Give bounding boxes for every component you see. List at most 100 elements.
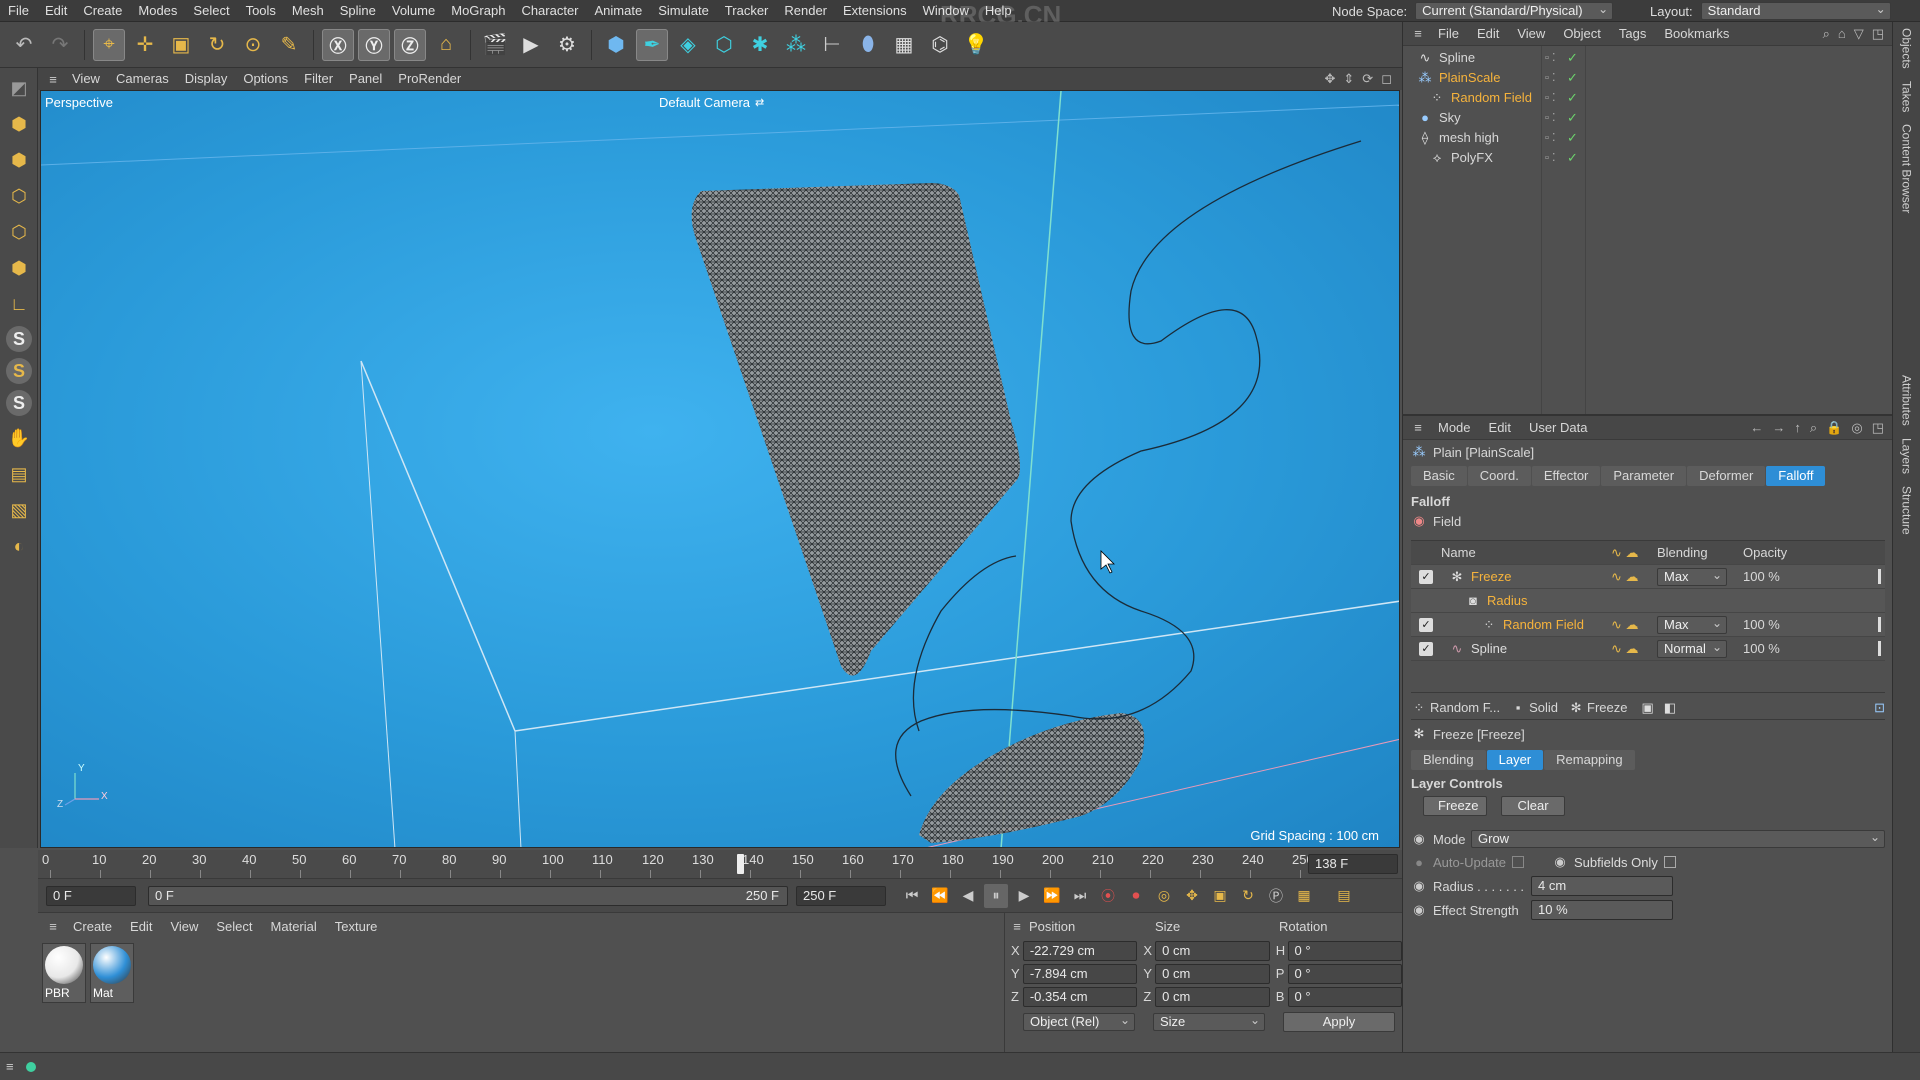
auto-key-icon[interactable]: ⏺ <box>1124 884 1148 908</box>
animate-param-icon[interactable]: ◉ <box>1411 831 1427 847</box>
scale-tool-icon[interactable]: ▣ <box>165 29 197 61</box>
camera-indicator[interactable]: Default Camera ⇄ <box>659 95 764 110</box>
dolly-icon[interactable]: ⇕ <box>1343 71 1354 87</box>
locked-workplane-icon[interactable]: ▧ <box>3 494 35 526</box>
animate-param-icon[interactable]: ◉ <box>1411 878 1427 894</box>
render-region-icon[interactable]: 🎬 <box>479 29 511 61</box>
menu-item-file[interactable]: File <box>1429 22 1468 46</box>
step-back-icon[interactable]: ◀ <box>956 884 980 908</box>
texture-mode-icon[interactable]: ⬢ <box>3 144 35 176</box>
coordinate-system-icon[interactable]: ⌂ <box>430 29 462 61</box>
floor-icon[interactable]: ▦ <box>888 29 920 61</box>
field-curve-icon[interactable]: ∿ ☁ <box>1611 617 1657 633</box>
freeze-button[interactable]: Freeze <box>1423 796 1487 816</box>
quantize-icon[interactable]: S <box>6 390 32 416</box>
field-subtab[interactable]: ✻ Freeze <box>1568 700 1628 716</box>
size-x-input[interactable]: 0 cm <box>1155 940 1270 961</box>
enabled-check-icon[interactable]: ✓ <box>1567 48 1578 68</box>
auto-update-checkbox[interactable] <box>1512 856 1524 868</box>
back-arrow-icon[interactable]: ← <box>1750 420 1763 435</box>
hamburger-icon[interactable]: ≡ <box>6 1059 14 1074</box>
search-icon[interactable]: ⌕ <box>1810 420 1817 436</box>
menu-item-view[interactable]: View <box>1508 22 1554 46</box>
material-menu-select[interactable]: Select <box>207 919 261 934</box>
menu-item-cameras[interactable]: Cameras <box>108 68 177 90</box>
field-blending-select[interactable]: Max <box>1657 567 1727 586</box>
step-forward-icon[interactable]: ▶ <box>1012 884 1036 908</box>
animate-param-icon[interactable]: ◉ <box>1552 854 1568 870</box>
range-slider[interactable]: 0 F 250 F <box>148 885 788 906</box>
select-tool-icon[interactable]: ⌖ <box>93 28 125 61</box>
playhead[interactable] <box>737 854 744 874</box>
menu-item-volume[interactable]: Volume <box>384 0 443 22</box>
menu-item-modes[interactable]: Modes <box>130 0 185 22</box>
object-row-polyfx[interactable]: ⟡ PolyFX ▫ ⁚ ✓ <box>1403 148 1892 168</box>
menu-item-select[interactable]: Select <box>185 0 237 22</box>
go-to-end-icon[interactable]: ⏭ <box>1068 884 1092 908</box>
hamburger-icon[interactable]: ≡ <box>42 72 64 87</box>
menu-item-mograph[interactable]: MoGraph <box>443 0 513 22</box>
field-opacity-value[interactable]: 100 % <box>1743 641 1881 656</box>
side-tab-content-browser[interactable]: Content Browser <box>1900 118 1914 219</box>
menu-item-view[interactable]: View <box>64 68 108 90</box>
menu-item-mode[interactable]: Mode <box>1429 416 1480 440</box>
menu-item-extensions[interactable]: Extensions <box>835 0 915 22</box>
material-menu-create[interactable]: Create <box>64 919 121 934</box>
size-y-input[interactable]: 0 cm <box>1155 963 1270 984</box>
coord-mode-select[interactable]: Object (Rel) <box>1023 1012 1135 1031</box>
add-layer-icon[interactable]: ▣ <box>1641 700 1653 716</box>
workplane-icon[interactable]: ▤ <box>3 458 35 490</box>
render-view-icon[interactable]: ▶ <box>515 29 547 61</box>
hamburger-icon[interactable]: ≡ <box>1407 26 1429 41</box>
rotation-h-input[interactable]: 0 ° <box>1287 940 1403 961</box>
material-menu-edit[interactable]: Edit <box>121 919 161 934</box>
enabled-check-icon[interactable]: ✓ <box>1567 68 1578 88</box>
maximize-view-icon[interactable]: ◻ <box>1381 71 1392 87</box>
side-tab-takes[interactable]: Takes <box>1900 75 1914 118</box>
menu-item-display[interactable]: Display <box>177 68 236 90</box>
side-tab-attributes[interactable]: Attributes <box>1900 369 1914 432</box>
freeze-tab-remapping[interactable]: Remapping <box>1544 750 1635 770</box>
object-row-sky[interactable]: ● Sky ▫ ⁚ ✓ <box>1403 108 1892 128</box>
menu-item-tools[interactable]: Tools <box>238 0 284 22</box>
material-swatch[interactable]: Mat <box>90 943 134 1003</box>
record-keys-icon[interactable]: ⦿ <box>1096 884 1120 908</box>
array-icon[interactable]: ⬡ <box>708 29 740 61</box>
axis-mode-icon[interactable]: ∟ <box>3 288 35 320</box>
side-tab-objects[interactable]: Objects <box>1900 22 1914 75</box>
key-pla-icon[interactable]: ▦ <box>1292 884 1316 908</box>
field-opacity-value[interactable]: 100 % <box>1743 617 1881 632</box>
menu-item-mesh[interactable]: Mesh <box>284 0 332 22</box>
render-settings-icon[interactable]: ⚙ <box>551 29 583 61</box>
field-row-radius[interactable]: ◙ Radius <box>1411 589 1885 613</box>
recent-tools-icon[interactable]: ⊙ <box>237 29 269 61</box>
menu-item-bookmarks[interactable]: Bookmarks <box>1655 22 1738 46</box>
field-enable-checkbox[interactable] <box>1419 594 1433 608</box>
undo-icon[interactable]: ↶ <box>8 29 40 61</box>
menu-item-options[interactable]: Options <box>235 68 296 90</box>
object-row-spline[interactable]: ∿ Spline ▫ ⁚ ✓ <box>1403 48 1892 68</box>
tab-effector[interactable]: Effector <box>1531 466 1601 486</box>
snap-icon[interactable]: S <box>6 326 32 352</box>
menu-item-edit[interactable]: Edit <box>37 0 75 22</box>
edges-mode-icon[interactable]: ⬡ <box>3 216 35 248</box>
forward-arrow-icon[interactable]: → <box>1772 420 1785 435</box>
solo-icon[interactable]: ◐ <box>3 530 35 562</box>
cloner-icon[interactable]: ✱ <box>744 29 776 61</box>
field-blending-select[interactable]: Max <box>1657 615 1727 634</box>
field-enable-checkbox[interactable]: ✓ <box>1419 641 1433 656</box>
freeze-tab-blending[interactable]: Blending <box>1411 750 1486 770</box>
field-curve-icon[interactable]: ∿ ☁ <box>1611 569 1657 585</box>
tweak-mode-icon[interactable]: ✋ <box>3 422 35 454</box>
visibility-dots-icon[interactable]: ▫ ⁚ <box>1545 68 1555 88</box>
subdivision-icon[interactable]: ◈ <box>672 29 704 61</box>
hamburger-icon[interactable]: ≡ <box>1407 420 1429 435</box>
enabled-check-icon[interactable]: ✓ <box>1567 88 1578 108</box>
polygons-mode-icon[interactable]: ⬢ <box>3 252 35 284</box>
layout-select[interactable]: Standard <box>1700 1 1891 20</box>
visibility-dots-icon[interactable]: ▫ ⁚ <box>1545 48 1555 68</box>
go-to-start-icon[interactable]: ⏮ <box>900 884 924 908</box>
menu-item-create[interactable]: Create <box>75 0 130 22</box>
rotation-p-input[interactable]: 0 ° <box>1287 963 1403 984</box>
key-scale-icon[interactable]: ▣ <box>1208 884 1232 908</box>
